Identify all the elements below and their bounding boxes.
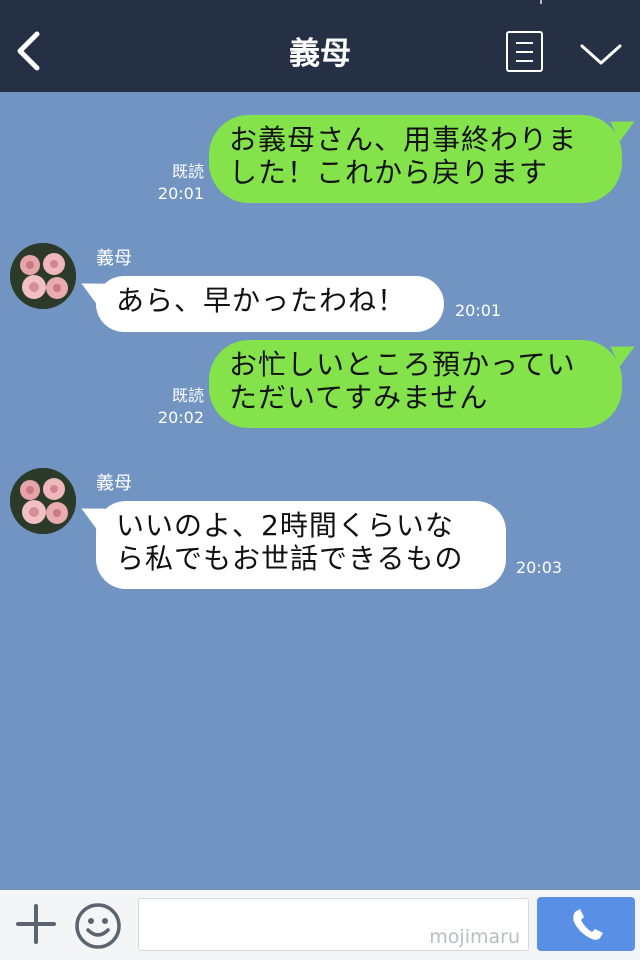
message-line: した！これから戻ります [229,156,549,189]
add-button[interactable] [14,902,58,946]
incoming-message[interactable]: いいのよ、2時間くらいな ら私でもお世話できるもの [96,501,506,589]
outgoing-message[interactable]: お義母さん、用事終わりま した！これから戻ります [209,115,622,203]
sender-name: 義母 [96,473,132,494]
rose-avatar-image [10,243,76,309]
plus-icon [16,904,56,944]
status-bar-mark [540,0,542,4]
chat-title: 義母 [289,36,351,72]
message-line: お義母さん、用事終わりま [229,123,578,156]
message-line: ただいてすみません [229,381,489,414]
emoji-button[interactable] [74,902,122,950]
phone-icon [573,909,603,940]
menu-button[interactable] [506,31,543,72]
message-line: いいのよ、2時間くらいな [116,509,454,542]
message-meta: 既読 20:01 [140,161,204,205]
message-time: 20:01 [157,184,204,203]
smiley-icon [75,903,121,949]
message-line: お忙しいところ預かってい [229,348,576,381]
sender-name: 義母 [96,248,132,269]
chat-header: 義母 [0,0,640,92]
collapse-button[interactable] [574,36,628,72]
chevron-down-icon [580,44,622,65]
avatar[interactable] [10,243,76,309]
watermark-text: mojimaru [429,926,520,948]
menu-list-icon [516,42,533,44]
rose-avatar-image [10,468,76,534]
message-meta: 既読 20:02 [140,385,204,429]
message-line: ら私でもお世話できるもの [116,542,464,575]
menu-list-icon-line [516,60,533,62]
message-input[interactable]: mojimaru [138,898,529,951]
message-line: あら、早かったわね！ [116,284,407,317]
chat-area: お義母さん、用事終わりま した！これから戻ります 既読 20:01 義母 あら、… [0,92,640,890]
read-receipt: 既読 [171,386,204,405]
menu-list-icon-line [516,51,533,53]
message-time: 20:02 [157,408,204,427]
message-time: 20:01 [455,301,502,320]
incoming-message[interactable]: あら、早かったわね！ [96,276,444,332]
avatar[interactable] [10,468,76,534]
message-time: 20:03 [516,558,563,577]
outgoing-message[interactable]: お忙しいところ預かってい ただいてすみません [209,340,622,428]
call-button[interactable] [537,897,635,951]
read-receipt: 既読 [171,162,204,181]
